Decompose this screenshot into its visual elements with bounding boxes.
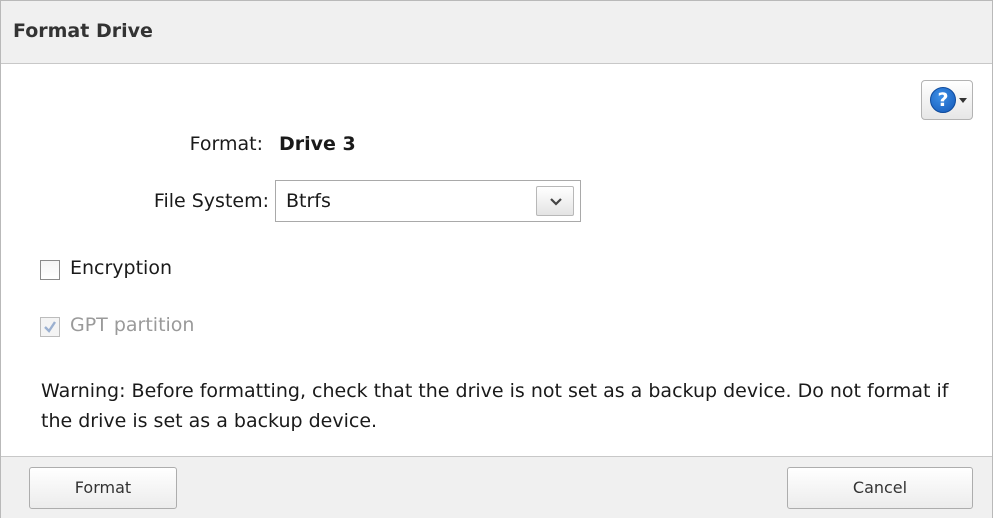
warning-text: Warning: Before formatting, check that t…	[41, 380, 949, 432]
format-drive-value: Drive 3	[279, 133, 356, 155]
dialog-titlebar: Format Drive	[1, 1, 992, 64]
format-button[interactable]: Format	[29, 467, 177, 509]
caret-down-icon	[959, 98, 967, 103]
encryption-label[interactable]: Encryption	[70, 257, 172, 279]
format-drive-dialog: Format Drive ? Format: Drive 3 File Syst…	[0, 0, 993, 518]
encryption-checkbox[interactable]	[40, 260, 60, 280]
gpt-partition-checkbox	[40, 317, 60, 337]
dialog-title: Format Drive	[13, 20, 153, 42]
dialog-footer: Format Cancel	[1, 456, 992, 518]
help-dropdown-button[interactable]: ?	[921, 80, 973, 120]
cancel-button[interactable]: Cancel	[787, 467, 973, 509]
file-system-select[interactable]: Btrfs	[275, 180, 581, 222]
format-label: Format:	[189, 133, 263, 155]
gpt-partition-label: GPT partition	[70, 314, 195, 336]
chevron-down-icon	[550, 198, 562, 206]
checkmark-icon	[44, 321, 56, 333]
dropdown-arrow-button[interactable]	[536, 186, 574, 216]
file-system-label: File System:	[153, 190, 269, 212]
help-icon: ?	[930, 87, 956, 113]
file-system-selected-value: Btrfs	[286, 190, 331, 212]
